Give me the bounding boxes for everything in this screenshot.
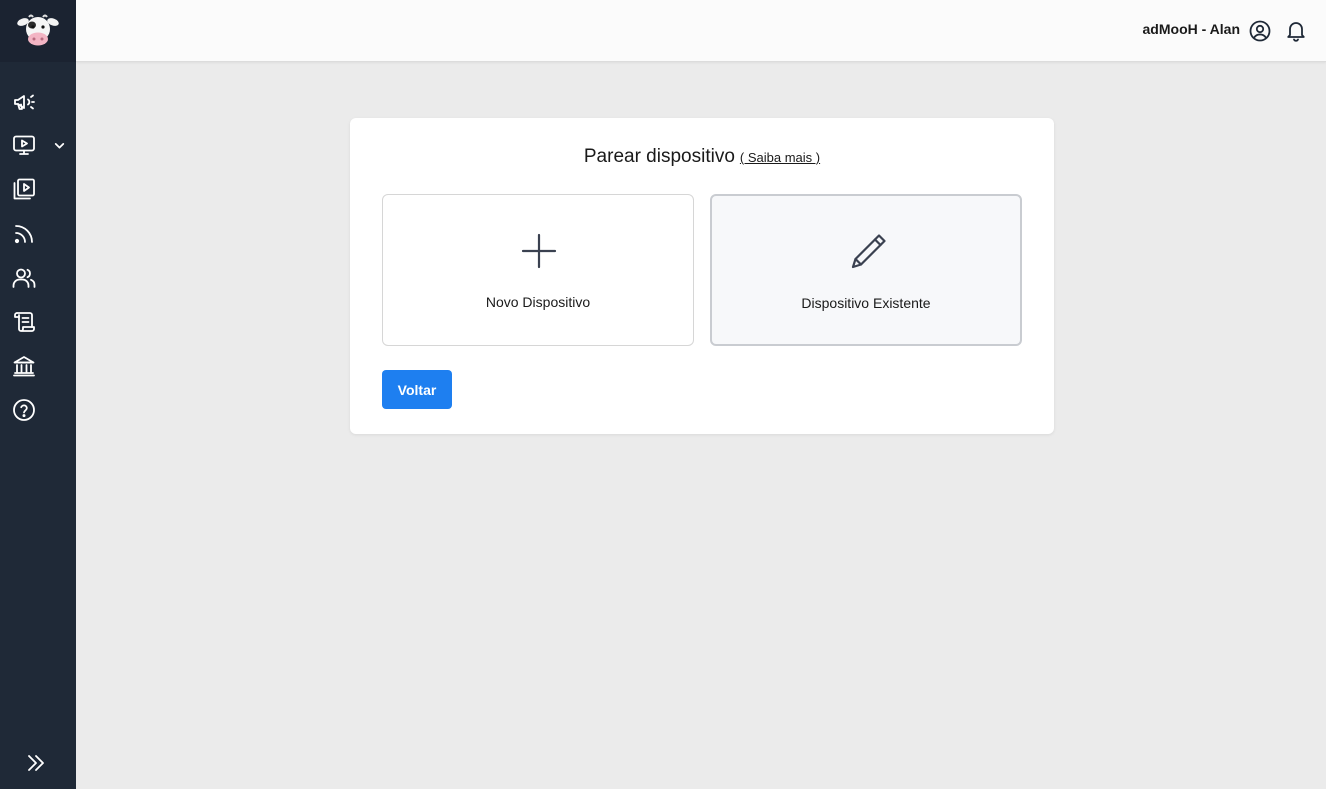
sidebar-item-screens[interactable] (0, 125, 76, 165)
chevrons-right-icon[interactable] (24, 751, 48, 775)
users-icon (12, 268, 36, 288)
monitor-play-icon (13, 135, 35, 155)
scroll-icon (14, 312, 35, 332)
bank-icon (13, 356, 35, 377)
sidebar-item-reports[interactable] (0, 302, 76, 342)
sidebar-item-help[interactable] (0, 390, 76, 430)
chevron-down-icon (54, 143, 65, 149)
existing-device-option[interactable]: Dispositivo Existente (710, 194, 1022, 346)
video-library-icon (13, 178, 35, 200)
back-button[interactable]: Voltar (382, 370, 452, 409)
plus-icon (521, 233, 557, 269)
megaphone-icon (14, 94, 35, 110)
pencil-icon (851, 234, 886, 269)
sidebar-item-feeds[interactable] (0, 214, 76, 254)
pair-device-card: Parear dispositivo ( Saiba mais ) Novo D… (350, 118, 1054, 434)
help-circle-icon (13, 399, 35, 421)
sidebar (0, 0, 76, 789)
bell-icon[interactable] (1284, 19, 1308, 43)
user-name[interactable]: adMooH - Alan (1143, 21, 1240, 37)
new-device-label: Novo Dispositivo (485, 294, 591, 310)
cow-logo-icon[interactable] (0, 0, 76, 62)
rss-feed-icon (14, 225, 33, 244)
sidebar-item-users[interactable] (0, 258, 76, 298)
sidebar-item-finance[interactable] (0, 346, 76, 386)
user-circle-icon[interactable] (1248, 19, 1272, 43)
existing-device-label: Dispositivo Existente (801, 295, 931, 311)
card-header: Parear dispositivo ( Saiba mais ) (350, 146, 1054, 170)
sidebar-item-media[interactable] (0, 169, 76, 209)
page-title: Parear dispositivo (583, 146, 735, 167)
sidebar-item-campaigns[interactable] (0, 82, 76, 122)
top-bar: adMooH - Alan (76, 0, 1326, 62)
learn-more-link[interactable]: ( Saiba mais ) (740, 150, 820, 165)
new-device-option[interactable]: Novo Dispositivo (382, 194, 694, 346)
